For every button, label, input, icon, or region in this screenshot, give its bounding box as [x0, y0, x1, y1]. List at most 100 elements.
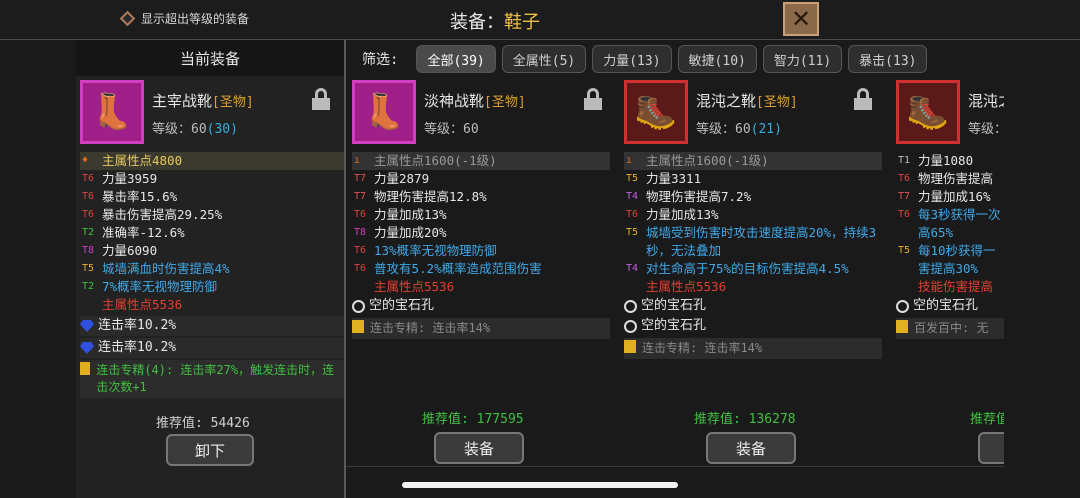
recommend-value: 推荐值: 177595: [422, 412, 524, 427]
stat-line: 主属性点5536: [352, 278, 610, 296]
home-indicator[interactable]: [402, 482, 678, 488]
socket-label: 空的宝石孔: [641, 318, 707, 333]
stat-text: 力量6090: [102, 243, 158, 258]
equip-button[interactable]: 装备: [706, 432, 796, 464]
stat-line: T8 力量6090: [80, 242, 344, 260]
main-stat-line: ı 主属性点1600(-1级): [624, 152, 882, 170]
empty-socket[interactable]: 空的宝石孔: [352, 296, 610, 316]
main-stat-line: ı 主属性点1600(-1级): [352, 152, 610, 170]
stat-line: 害提高30%: [896, 260, 1004, 278]
current-equipment-panel: 当前装备 👢 主宰战靴[圣物] 等级：60(30) ♦ 主属性点4800 T6 力量3…: [76, 40, 344, 498]
recommend-value: 推荐值: [970, 412, 1004, 427]
mastery-text: 连击专精: 连击率14%: [642, 341, 763, 355]
stat-tier: T4: [626, 191, 639, 202]
stat-tier: T5: [626, 227, 639, 238]
item-tag: [圣物]: [212, 95, 254, 110]
stat-text: 准确率-12.6%: [102, 225, 185, 240]
gem-slot[interactable]: 连击率10.2%: [80, 338, 344, 358]
item-stats: T1 力量1080 T6 物理伤害提高 T7 力量加成16% T6 每3秒获得一次 高65% T5…: [896, 152, 1004, 339]
stat-line: T6 物理伤害提高: [896, 170, 1004, 188]
show-over-level-label: 显示超出等级的装备: [141, 12, 250, 26]
stat-text: 力量2879: [374, 171, 430, 186]
stat-text: 高65%: [918, 225, 954, 240]
item-level: 等级：60: [968, 122, 1004, 137]
gem-slot[interactable]: 连击率10.2%: [80, 316, 344, 336]
stat-tier: T6: [82, 191, 95, 202]
stat-text: 暴击伤害提高29.25%: [102, 207, 223, 222]
stat-line: T5 城墙满血时伤害提高4%: [80, 260, 344, 278]
stat-line: T5 每10秒获得一: [896, 242, 1004, 260]
lock-icon[interactable]: [584, 88, 602, 110]
filter-chip-intelligence[interactable]: 智力(11): [762, 45, 843, 73]
empty-socket[interactable]: 空的宝石孔: [896, 296, 1004, 316]
item-tag: [圣物]: [484, 95, 526, 110]
unequip-button[interactable]: 卸下: [166, 434, 254, 466]
level-bonus: (30): [206, 122, 238, 137]
toggle-diamond-icon[interactable]: [119, 10, 136, 27]
item-name: 混沌之靴: [968, 92, 1004, 110]
stat-text: 主属性点5536: [646, 279, 727, 294]
stat-tier: T7: [354, 191, 367, 202]
stat-text: 力量加成16%: [918, 189, 991, 204]
lock-icon[interactable]: [854, 88, 872, 110]
item-level: 等级：60(21): [696, 122, 782, 137]
recommend-value: 推荐值: 54426: [156, 416, 250, 431]
stat-tier: T7: [898, 191, 911, 202]
stat-tier: T6: [82, 173, 95, 184]
equip-button[interactable]: 装备: [434, 432, 524, 464]
stat-text: 力量3959: [102, 171, 158, 186]
gem-label: 连击率10.2%: [98, 340, 177, 355]
stat-line: T5 力量3311: [624, 170, 882, 188]
filter-chip-agility[interactable]: 敏捷(10): [677, 45, 757, 73]
stat-line: T6 暴击率15.6%: [80, 188, 344, 206]
socket-label: 空的宝石孔: [641, 298, 707, 313]
boots-icon: 🥾: [896, 80, 960, 144]
stat-text: 主属性点5536: [102, 297, 183, 312]
stat-tier: T1: [898, 155, 911, 166]
close-icon: ✕: [790, 5, 812, 33]
equipment-list[interactable]: 👢 淡神战靴[圣物] 等级：60 ı 主属性点1600(-1级) T7 力量2879 T…: [346, 78, 1004, 498]
stat-line: T7 力量加成16%: [896, 188, 1004, 206]
book-icon: [896, 320, 908, 333]
item-level: 等级：60: [424, 122, 479, 137]
stat-line: 主属性点5536: [624, 278, 882, 296]
stat-tier: T6: [82, 209, 95, 220]
socket-ring-icon: [352, 299, 365, 313]
empty-socket[interactable]: 空的宝石孔: [624, 316, 882, 336]
stat-text: 城墙受到伤害时攻击速度提高20%，持续3秒，无法叠加: [646, 225, 877, 258]
stat-line: T6 普攻有5.2%概率造成范围伤害: [352, 260, 610, 278]
stat-text: 城墙满血时伤害提高4%: [102, 261, 230, 276]
stat-tier: T6: [354, 245, 367, 256]
equip-button[interactable]: [978, 432, 1004, 464]
socket-ring-icon: [624, 299, 637, 313]
socket-ring-icon: [624, 319, 637, 333]
socket-label: 空的宝石孔: [913, 298, 979, 313]
sapphire-gem-icon: [80, 342, 94, 354]
mastery-text: 连击专精(4): 连击率27%，触发连击时，连击次数+1: [96, 363, 335, 394]
filter-chip-all[interactable]: 全部(39): [416, 45, 496, 73]
stat-text: 力量1080: [918, 153, 974, 168]
filter-chip-all-attr[interactable]: 全属性(5): [501, 45, 587, 73]
book-icon: [80, 362, 91, 375]
current-equipment-title: 当前装备: [76, 40, 344, 76]
stat-tier: T6: [354, 263, 367, 274]
list-bottom-line: [346, 466, 1004, 467]
filter-chip-strength[interactable]: 力量(13): [592, 45, 672, 73]
show-over-level-toggle[interactable]: 显示超出等级的装备: [119, 10, 250, 27]
stat-line: T6 力量3959: [80, 170, 344, 188]
mastery-text: 连击专精: 连击率14%: [370, 321, 491, 335]
empty-socket[interactable]: 空的宝石孔: [624, 296, 882, 316]
stat-text: 力量加成13%: [374, 207, 447, 222]
close-button[interactable]: ✕: [783, 2, 819, 36]
stat-text: 技能伤害提高: [918, 279, 994, 294]
stat-tier: T6: [354, 209, 367, 220]
stat-line: 技能伤害提高: [896, 278, 1004, 296]
flame-icon: ♦: [82, 155, 89, 166]
filter-chip-crit[interactable]: 暴击(13): [848, 45, 928, 73]
lock-icon[interactable]: [312, 88, 330, 110]
item-name: 主宰战靴[圣物]: [152, 92, 254, 110]
item-stats: ı 主属性点1600(-1级) T7 力量2879 T7 物理伤害提高12.8% T6 力量加…: [352, 152, 610, 339]
page-title: 装备：鞋子: [450, 8, 540, 34]
boots-icon[interactable]: 👢: [80, 80, 144, 144]
item-level: 等级：60(30): [152, 122, 238, 137]
